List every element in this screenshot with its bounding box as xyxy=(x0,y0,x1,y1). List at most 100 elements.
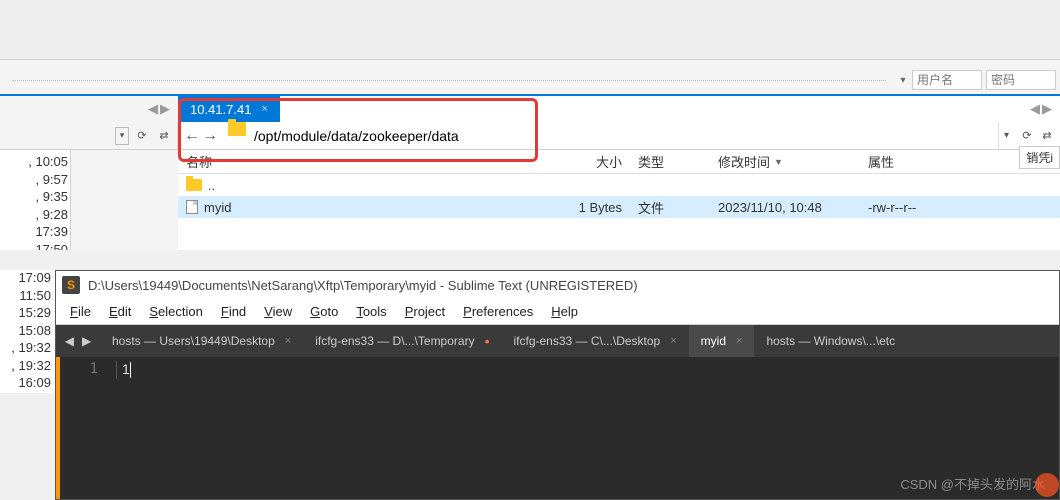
tab-prev-icon[interactable]: ◀ xyxy=(65,334,74,348)
tab-label: myid xyxy=(701,334,726,348)
sublime-code-area[interactable]: 1 xyxy=(106,357,1059,499)
username-field[interactable] xyxy=(912,70,982,90)
tab-next-icon[interactable]: ▶ xyxy=(82,334,91,348)
sync-icon[interactable]: ⇄ xyxy=(1038,127,1056,145)
file-pane: 名称 大小 类型 修改时间▼ 属性 ..myid1 Bytes文件2023/11… xyxy=(178,150,1060,250)
tab-prev-icon[interactable]: ◀ xyxy=(1030,101,1040,117)
close-icon[interactable]: × xyxy=(285,335,291,347)
address-dropdown-icon[interactable]: ▾ xyxy=(998,122,1014,149)
login-bar: ▾ xyxy=(0,66,1060,94)
close-icon[interactable]: × xyxy=(261,103,267,115)
sublime-titlebar[interactable]: S D:\Users\19449\Documents\NetSarang\Xft… xyxy=(56,271,1059,299)
menu-selection[interactable]: Selection xyxy=(149,304,202,319)
dirty-icon[interactable]: • xyxy=(485,333,490,349)
sort-desc-icon: ▼ xyxy=(774,157,783,167)
time-cell: 11:50 xyxy=(0,288,51,306)
address-left-controls: ▾ ⟳ ⇄ xyxy=(0,122,178,149)
sync-icon[interactable]: ⇄ xyxy=(155,127,173,145)
tab-nav-right: ◀ ▶ xyxy=(1030,96,1052,122)
file-name: myid xyxy=(204,200,231,215)
text-caret xyxy=(130,362,131,378)
col-name[interactable]: 名称 xyxy=(178,152,558,171)
time-cell: 17:50 xyxy=(0,242,68,251)
time-cell: , 9:35 xyxy=(0,189,68,207)
menu-project[interactable]: Project xyxy=(405,304,445,319)
code-line-1: 1 xyxy=(122,361,130,377)
tab-prev-icon[interactable]: ◀ xyxy=(148,101,158,117)
tab-label: ifcfg-ens33 — D\...\Temporary xyxy=(315,334,474,348)
right-cut-label: 销凭i xyxy=(1019,146,1060,169)
sublime-tab[interactable]: ifcfg-ens33 — D\...\Temporary • xyxy=(303,325,501,357)
time-cell: , 10:05 xyxy=(0,154,68,172)
col-size[interactable]: 大小 xyxy=(558,152,630,171)
folder-icon xyxy=(186,179,202,191)
file-type: 文件 xyxy=(630,198,710,217)
file-name: .. xyxy=(208,178,215,193)
address-bar-row: ▾ ⟳ ⇄ ← → ▾ ⟳ ⇄ xyxy=(0,122,1060,150)
menu-find[interactable]: Find xyxy=(221,304,246,319)
file-mtime: 2023/11/10, 10:48 xyxy=(710,200,860,215)
password-field[interactable] xyxy=(986,70,1056,90)
time-cell: 15:29 xyxy=(0,305,51,323)
divider xyxy=(12,80,886,81)
tab-label: hosts — Windows\...\etc xyxy=(766,334,895,348)
indent-guide xyxy=(116,361,117,379)
sublime-tab-nav: ◀ ▶ xyxy=(56,325,100,357)
sublime-window: S D:\Users\19449\Documents\NetSarang\Xft… xyxy=(55,270,1060,500)
csdn-logo-icon xyxy=(1035,473,1059,497)
time-cell: , 9:28 xyxy=(0,207,68,225)
menu-preferences[interactable]: Preferences xyxy=(463,304,533,319)
sublime-tab[interactable]: ifcfg-ens33 — C\...\Desktop × xyxy=(501,325,688,357)
menu-tools[interactable]: Tools xyxy=(356,304,386,319)
menu-view[interactable]: View xyxy=(264,304,292,319)
time-cell: , 9:57 xyxy=(0,172,68,190)
tab-label: 10.41.7.41 xyxy=(190,102,251,117)
time-cell: 15:08 xyxy=(0,323,51,341)
tab-next-icon[interactable]: ▶ xyxy=(160,101,170,117)
sublime-logo-icon: S xyxy=(62,276,80,294)
tab-label: hosts — Users\19449\Desktop xyxy=(112,334,275,348)
address-right-controls: ⟳ ⇄ xyxy=(1014,122,1060,149)
sublime-title: D:\Users\19449\Documents\NetSarang\Xftp\… xyxy=(88,278,638,293)
address-input[interactable] xyxy=(250,122,998,149)
sublime-tab-bar: ◀ ▶ hosts — Users\19449\Desktop×ifcfg-en… xyxy=(56,325,1059,357)
sublime-tab[interactable]: hosts — Windows\...\etc xyxy=(754,325,907,357)
file-header: 名称 大小 类型 修改时间▼ 属性 xyxy=(178,150,1060,174)
drive-combo[interactable]: ▾ xyxy=(115,127,129,145)
tab-next-icon[interactable]: ▶ xyxy=(1042,101,1052,117)
top-toolbar-area xyxy=(0,0,1060,60)
time-cell: 17:39 xyxy=(0,224,68,242)
tab-nav-left: ◀ ▶ xyxy=(0,96,178,122)
content-row: , 10:05, 9:57, 9:35, 9:2817:3917:50 名称 大… xyxy=(0,150,1060,250)
refresh-icon[interactable]: ⟳ xyxy=(1018,127,1036,145)
sublime-menu-bar: File Edit Selection Find View Goto Tools Projec… xyxy=(56,299,1059,325)
close-icon[interactable]: × xyxy=(670,335,676,347)
time-cell: , 19:32 xyxy=(0,358,51,376)
dropdown-caret-icon[interactable]: ▾ xyxy=(898,75,908,86)
col-type[interactable]: 类型 xyxy=(630,152,710,171)
menu-edit[interactable]: Edit xyxy=(109,304,131,319)
refresh-icon[interactable]: ⟳ xyxy=(133,127,151,145)
connection-tab-row: ◀ ▶ 10.41.7.41 × ◀ ▶ xyxy=(0,94,1060,122)
sublime-gutter: 1 xyxy=(56,357,106,499)
menu-help[interactable]: Help xyxy=(551,304,578,319)
menu-goto[interactable]: Goto xyxy=(310,304,338,319)
file-row[interactable]: myid1 Bytes文件2023/11/10, 10:48-rw-r--r-- xyxy=(178,196,1060,218)
close-icon[interactable]: × xyxy=(736,335,742,347)
address-nav: ← → xyxy=(178,122,224,149)
sublime-tab[interactable]: myid × xyxy=(689,325,755,357)
sublime-tab[interactable]: hosts — Users\19449\Desktop × xyxy=(100,325,303,357)
sublime-editor[interactable]: 1 1 xyxy=(56,357,1059,499)
file-row[interactable]: .. xyxy=(178,174,1060,196)
left-gap xyxy=(70,150,178,250)
col-mtime[interactable]: 修改时间 ▼ xyxy=(710,152,860,171)
folder-icon xyxy=(228,122,246,136)
time-cell: 16:09 xyxy=(0,375,51,393)
left-time-list-top: , 10:05, 9:57, 9:35, 9:2817:3917:50 xyxy=(0,150,70,250)
menu-file[interactable]: File xyxy=(70,304,91,319)
back-icon[interactable]: ← xyxy=(184,127,200,145)
file-attr: -rw-r--r-- xyxy=(860,200,1060,215)
col-mtime-label: 修改时间 xyxy=(718,152,770,171)
forward-icon[interactable]: → xyxy=(202,127,218,145)
tab-label: ifcfg-ens33 — C\...\Desktop xyxy=(513,334,660,348)
